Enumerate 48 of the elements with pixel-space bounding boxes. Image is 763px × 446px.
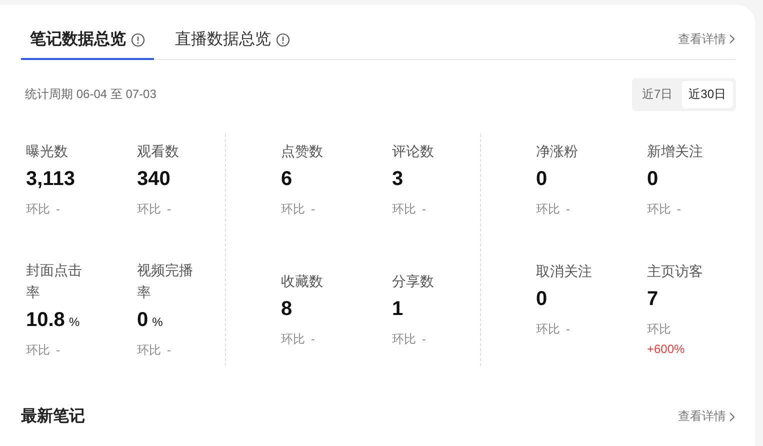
change-text: 环比 - <box>392 201 427 218</box>
metric-value: 6 <box>281 168 294 191</box>
metric-value: 3 <box>392 168 404 191</box>
metric-label: 视频完播率 <box>137 261 194 302</box>
metric-value: 3,113 <box>26 168 76 191</box>
details-link[interactable]: 查看详情 <box>678 408 736 425</box>
metric-value: 0 <box>536 288 548 311</box>
change-text: 环比 - <box>281 201 316 218</box>
range-button[interactable]: 近30日 <box>682 81 733 108</box>
metric-value: 0 <box>647 168 660 191</box>
section-title: 最新笔记 <box>21 406 85 427</box>
tab[interactable]: 笔记数据总览 <box>21 29 154 60</box>
metric-label: 封面点击率 <box>26 261 83 302</box>
change-text: 环比 - <box>647 201 682 218</box>
metric-label: 新增关注 <box>647 142 704 161</box>
change-text: 环比 - <box>536 321 571 338</box>
info-icon <box>131 32 145 46</box>
metric-value: 8 <box>281 298 294 321</box>
metric-label: 取消关注 <box>536 262 593 281</box>
metric-value: 0 % <box>137 309 164 332</box>
change-text: 环比 - <box>281 331 316 348</box>
chevron-right-icon <box>728 412 736 422</box>
change-text: 环比 - <box>26 342 61 359</box>
metric-label: 评论数 <box>392 142 435 161</box>
info-icon <box>276 32 290 46</box>
metric-value: 340 <box>137 168 172 191</box>
chevron-right-icon <box>728 34 736 44</box>
metric-label: 点赞数 <box>281 142 324 161</box>
metric-label: 收藏数 <box>281 272 324 291</box>
metric-value: 7 <box>647 288 660 311</box>
metric-value: 10.8 % <box>26 309 81 332</box>
period-text: 统计周期 06-04 至 07-03 <box>25 86 156 103</box>
metric-label: 分享数 <box>392 272 435 291</box>
change-text: 环比 +600% <box>647 321 686 358</box>
change-text: 环比 - <box>26 201 61 218</box>
metric-label: 主页访客 <box>647 262 704 281</box>
change-text: 环比 - <box>137 201 172 218</box>
tab[interactable]: 直播数据总览 <box>166 29 299 60</box>
metric-value: 0 <box>536 168 548 191</box>
metric-label: 净涨粉 <box>536 142 579 161</box>
metric-label: 观看数 <box>137 142 180 161</box>
change-text: 环比 - <box>536 201 571 218</box>
range-button[interactable]: 近7日 <box>634 81 680 108</box>
details-link[interactable]: 查看详情 <box>678 30 736 48</box>
metric-label: 曝光数 <box>26 142 69 161</box>
change-text: 环比 - <box>392 331 427 348</box>
change-text: 环比 - <box>137 342 172 359</box>
metric-value: 1 <box>392 298 404 321</box>
